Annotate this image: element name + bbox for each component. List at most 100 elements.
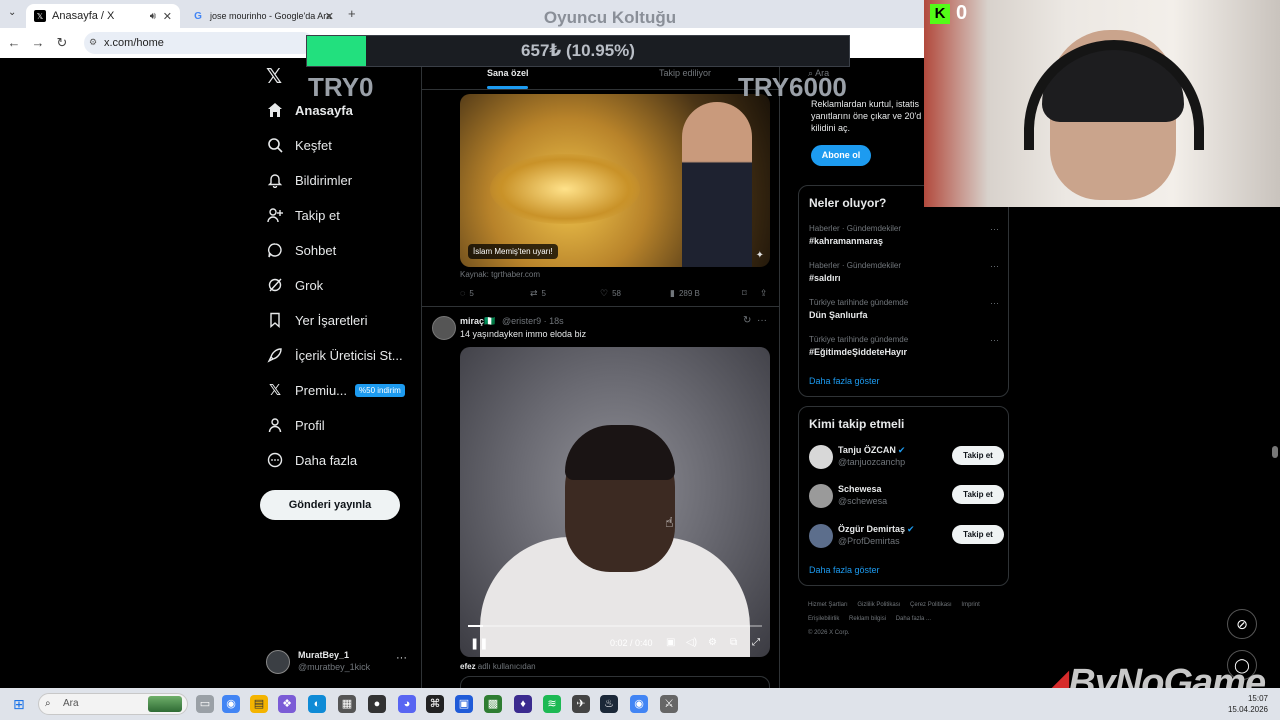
account-switcher[interactable]: MuratBey_1 @muratbey_1kick ··· <box>266 648 416 676</box>
tweet-image[interactable]: İslam Memiş'ten uyarı! ✦ <box>460 94 770 267</box>
scrollbar-thumb[interactable] <box>1272 446 1278 458</box>
tab-following[interactable]: Takip ediliyor <box>659 68 711 78</box>
tab-list-chevron-icon[interactable]: ⌄ <box>8 7 16 18</box>
footer-link[interactable]: Gizlilik Politikası <box>857 602 900 608</box>
steam-app-icon[interactable]: ♨ <box>600 695 618 713</box>
more-dots-icon[interactable]: ··· <box>396 652 407 664</box>
forward-icon[interactable]: → <box>30 35 46 50</box>
discord-app-icon[interactable]: ◕ <box>398 695 416 713</box>
nav-grok[interactable]: Grok <box>266 270 323 300</box>
subscribe-button[interactable]: Abone ol <box>811 145 871 166</box>
app-icon[interactable]: ▣ <box>455 695 473 713</box>
tab-google-search[interactable]: G jose mourinho - Google'da Ara ✕ <box>184 4 342 28</box>
follow-show-more[interactable]: Daha fazla göster <box>809 565 880 575</box>
nav-premium[interactable]: 𝕏 Premiu... %50 indirim <box>266 375 405 405</box>
bookmark-button[interactable]: ⌑ <box>742 288 751 299</box>
nav-creator-studio[interactable]: İçerik Üreticisi St... <box>266 340 403 370</box>
tab-x-home[interactable]: 𝕏 Anasayfa / X 🔊︎ ✕ <box>26 4 180 28</box>
trend-item[interactable]: Türkiye tarihinde gündemde Dün Şanlıurfa… <box>809 298 999 320</box>
pause-icon[interactable]: ❚❚ <box>470 637 488 650</box>
avatar[interactable] <box>809 524 833 548</box>
nav-explore[interactable]: Keşfet <box>266 130 332 160</box>
windows-start-icon[interactable]: ⊞ <box>13 696 29 712</box>
footer-link[interactable]: Çerez Politikası <box>910 602 952 608</box>
footer-link[interactable]: Erişilebilirlik <box>808 616 839 622</box>
footer-link[interactable]: Hizmet Şartları <box>808 602 848 608</box>
reply-button[interactable]: ◌ 5 <box>460 288 474 298</box>
share-button[interactable]: ⇪ <box>760 288 772 299</box>
tweet-author-name[interactable]: miraç🇳🇬 <box>460 316 495 327</box>
tab-for-you[interactable]: Sana özel <box>487 68 529 78</box>
footer-link[interactable]: Reklam bilgisi <box>849 616 886 622</box>
tweet-handle-time[interactable]: @erister9 · 18s <box>502 316 564 326</box>
chrome-app-icon[interactable]: ◉ <box>222 695 240 713</box>
follow-button[interactable]: Takip et <box>952 525 1004 544</box>
more-dots-icon[interactable]: ··· <box>990 261 999 271</box>
taskbar-clock[interactable]: 15:07 15.04.2026 <box>1218 693 1268 715</box>
grok-icon[interactable]: ↻ <box>743 315 751 326</box>
follow-suggestion[interactable]: Tanju ÖZCAN ✔ @tanjuozcanchp Takip et <box>809 443 1004 471</box>
more-dots-icon[interactable]: ··· <box>757 315 767 326</box>
trend-item[interactable]: Türkiye tarihinde gündemde #EğitimdeŞidd… <box>809 335 999 357</box>
nav-profile[interactable]: Profil <box>266 410 325 440</box>
avatar[interactable] <box>809 445 833 469</box>
close-tab-icon[interactable]: ✕ <box>325 10 334 23</box>
file-explorer-icon[interactable]: ▤ <box>250 695 268 713</box>
app-icon[interactable]: ⌘ <box>426 695 444 713</box>
x-logo-icon[interactable]: 𝕏 <box>266 64 282 89</box>
footer-link[interactable]: Daha fazla ... <box>896 616 931 622</box>
minecraft-app-icon[interactable]: ▩ <box>484 695 502 713</box>
tweet-more[interactable]: ↻ ··· <box>743 315 767 326</box>
video-seek-bar[interactable] <box>468 625 762 627</box>
follow-suggestion[interactable]: Özgür Demirtaş ✔ @ProfDemirtas Takip et <box>809 522 1004 550</box>
nav-chat[interactable]: Sohbet <box>266 235 336 265</box>
recording-app-icon[interactable]: ● <box>368 695 386 713</box>
edge-app-icon[interactable]: ◐ <box>308 695 326 713</box>
follow-button[interactable]: Takip et <box>952 446 1004 465</box>
app-icon[interactable]: ⚔ <box>660 695 678 713</box>
nav-bookmarks[interactable]: Yer İşaretleri <box>266 305 368 335</box>
quote-user[interactable]: efez <box>460 662 476 671</box>
trends-show-more[interactable]: Daha fazla göster <box>809 376 880 386</box>
more-dots-icon[interactable]: ··· <box>990 298 999 308</box>
more-dots-icon[interactable]: ··· <box>990 224 999 234</box>
nav-more[interactable]: Daha fazla <box>266 445 357 475</box>
fullscreen-icon[interactable]: ⤢ <box>752 637 760 648</box>
views-button[interactable]: ▮ 289 B <box>670 288 700 299</box>
site-info-icon[interactable]: ⚙ <box>89 37 97 48</box>
trend-item[interactable]: Haberler · Gündemdekiler #saldırı ··· <box>809 261 999 283</box>
task-view-icon[interactable]: ▭ <box>196 695 214 713</box>
footer-link[interactable]: Imprint <box>961 602 979 608</box>
app-icon[interactable]: ♦ <box>514 695 532 713</box>
reload-icon[interactable]: ↻ <box>54 35 70 51</box>
retweet-button[interactable]: ⇄ 5 <box>530 288 546 299</box>
url-field[interactable]: ⚙ x.com/home <box>84 32 314 54</box>
more-dots-icon[interactable]: ··· <box>990 335 999 345</box>
video-player[interactable]: ☝ ❚❚ 0:02 / 0:40 ▣ ◁) ⚙ ⧉ ⤢ <box>460 347 770 657</box>
follow-suggestion[interactable]: Schewesa @schewesa Takip et <box>809 482 1004 510</box>
new-tab-icon[interactable]: + <box>348 6 356 21</box>
quoted-tweet[interactable] <box>460 676 770 688</box>
volume-icon[interactable]: ◁) <box>686 637 697 648</box>
nav-notifications[interactable]: Bildirimler <box>266 165 352 195</box>
link-source[interactable]: Kaynak: tgrthaber.com <box>460 270 540 279</box>
post-button[interactable]: Gönderi yayınla <box>260 490 400 520</box>
avatar[interactable] <box>432 316 456 340</box>
close-tab-icon[interactable]: ✕ <box>163 10 172 23</box>
store-app-icon[interactable]: ▦ <box>338 695 356 713</box>
settings-icon[interactable]: ⚙ <box>708 637 717 648</box>
pip-icon[interactable]: ⧉ <box>730 637 737 648</box>
avatar[interactable] <box>809 484 833 508</box>
weather-widget-icon[interactable] <box>148 696 182 712</box>
spotify-app-icon[interactable]: ≋ <box>543 695 561 713</box>
trend-item[interactable]: Haberler · Gündemdekiler #kahramanmaraş … <box>809 224 999 246</box>
back-icon[interactable]: ← <box>6 35 22 50</box>
like-button[interactable]: ♡ 58 <box>600 288 621 299</box>
app-icon[interactable]: ❖ <box>278 695 296 713</box>
app-icon[interactable]: ✈ <box>572 695 590 713</box>
grok-float-button[interactable]: ⊘ <box>1227 609 1257 639</box>
speaker-icon[interactable]: 🔊︎ <box>150 11 156 22</box>
chrome-app-icon[interactable]: ◉ <box>630 695 648 713</box>
follow-button[interactable]: Takip et <box>952 485 1004 504</box>
nav-follow[interactable]: Takip et <box>266 200 340 230</box>
